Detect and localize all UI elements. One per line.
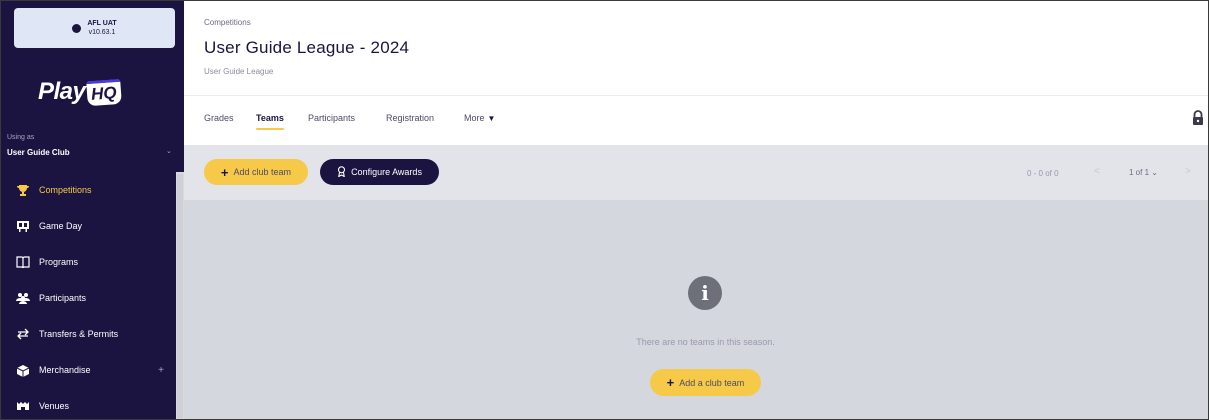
playhq-logo[interactable]: Play HQ	[38, 78, 122, 106]
sidebar: AFL UAT v10.63.1 Play HQ Using as User G…	[0, 0, 184, 420]
page-subtitle: User Guide League	[204, 67, 274, 76]
teams-toolbar: + Add club team Configure Awards 0 - 0 o…	[184, 145, 1209, 200]
sidebar-item-label: Game Day	[39, 221, 83, 231]
chevron-right-icon[interactable]: >	[1185, 166, 1191, 177]
add-club-team-label: Add club team	[233, 167, 292, 177]
teams-content: + Add club team Configure Awards 0 - 0 o…	[184, 145, 1209, 420]
page-title: User Guide League - 2024	[204, 38, 410, 57]
info-icon: i	[688, 276, 722, 310]
environment-name: AFL UAT	[87, 20, 117, 27]
expand-plus-icon[interactable]: +	[158, 365, 164, 376]
environment-dot-icon	[72, 23, 82, 33]
sidebar-item-merchandise[interactable]: Merchandise +	[0, 352, 176, 388]
sidebar-item-label: Participants	[39, 293, 87, 303]
sidebar-item-label: Merchandise	[39, 365, 91, 375]
add-a-club-team-label: Add a club team	[679, 377, 745, 388]
sidebar-item-label: Programs	[39, 257, 79, 267]
award-ribbon-icon	[337, 165, 346, 179]
sidebar-item-venues[interactable]: Venues	[0, 388, 176, 420]
breadcrumb[interactable]: Competitions	[204, 18, 251, 27]
sidebar-scrollbar[interactable]	[176, 172, 184, 420]
sidebar-item-transfers-permits[interactable]: Transfers & Permits	[0, 316, 176, 352]
people-icon	[15, 291, 31, 305]
sidebar-item-label: Venues	[39, 401, 70, 411]
plus-icon: +	[220, 164, 229, 180]
empty-state-message: There are no teams in this season.	[636, 337, 775, 347]
pagination-range: 0 - 0 of 0	[1027, 169, 1059, 178]
chevron-down-icon: ▼	[487, 114, 496, 123]
logo-badge: HQ	[86, 78, 122, 106]
sidebar-item-label: Competitions	[39, 185, 92, 195]
chevron-left-icon[interactable]: <	[1094, 166, 1100, 177]
sidebar-nav: Competitions Game Day Programs Participa…	[0, 172, 176, 420]
tab-registration[interactable]: Registration	[386, 113, 434, 123]
sidebar-item-game-day[interactable]: Game Day	[0, 208, 176, 244]
add-club-team-button[interactable]: + Add club team	[204, 159, 308, 185]
sidebar-item-participants[interactable]: Participants	[0, 280, 176, 316]
tab-participants[interactable]: Participants	[308, 113, 355, 123]
trophy-icon	[15, 183, 31, 197]
transfer-arrows-icon	[15, 327, 31, 341]
page-header: Competitions User Guide League - 2024 Us…	[184, 0, 1209, 95]
tab-more-label: More	[464, 113, 485, 123]
book-icon	[15, 255, 31, 269]
environment-version: v10.63.1	[88, 29, 116, 36]
lock-icon[interactable]	[1191, 110, 1205, 126]
sidebar-item-competitions[interactable]: Competitions	[0, 172, 176, 208]
page-selector-value: 1 of 1	[1129, 168, 1150, 177]
club-selector[interactable]: User Guide Club	[7, 148, 70, 157]
box-icon	[15, 363, 31, 377]
sidebar-item-label: Transfers & Permits	[39, 329, 119, 339]
tab-bar: Grades Teams Participants Registration M…	[184, 95, 1209, 145]
scoreboard-icon	[15, 219, 31, 233]
page-selector[interactable]: 1 of 1 ⌄	[1129, 168, 1158, 177]
chevron-down-icon: ⌄	[1151, 168, 1158, 177]
logo-text: Play	[38, 78, 86, 105]
stadium-icon	[15, 399, 31, 413]
tab-grades[interactable]: Grades	[204, 113, 234, 123]
using-as-label: Using as	[7, 134, 35, 141]
configure-awards-label: Configure Awards	[351, 167, 422, 177]
plus-icon: +	[666, 375, 675, 390]
tab-teams[interactable]: Teams	[256, 113, 284, 130]
add-a-club-team-button[interactable]: + Add a club team	[650, 369, 761, 396]
sidebar-item-programs[interactable]: Programs	[0, 244, 176, 280]
scrollbar-thumb[interactable]	[177, 174, 183, 418]
tab-more[interactable]: More ▼	[464, 113, 495, 123]
chevron-down-icon[interactable]: ⌄	[166, 147, 172, 155]
environment-badge: AFL UAT v10.63.1	[14, 8, 175, 48]
configure-awards-button[interactable]: Configure Awards	[320, 159, 439, 185]
